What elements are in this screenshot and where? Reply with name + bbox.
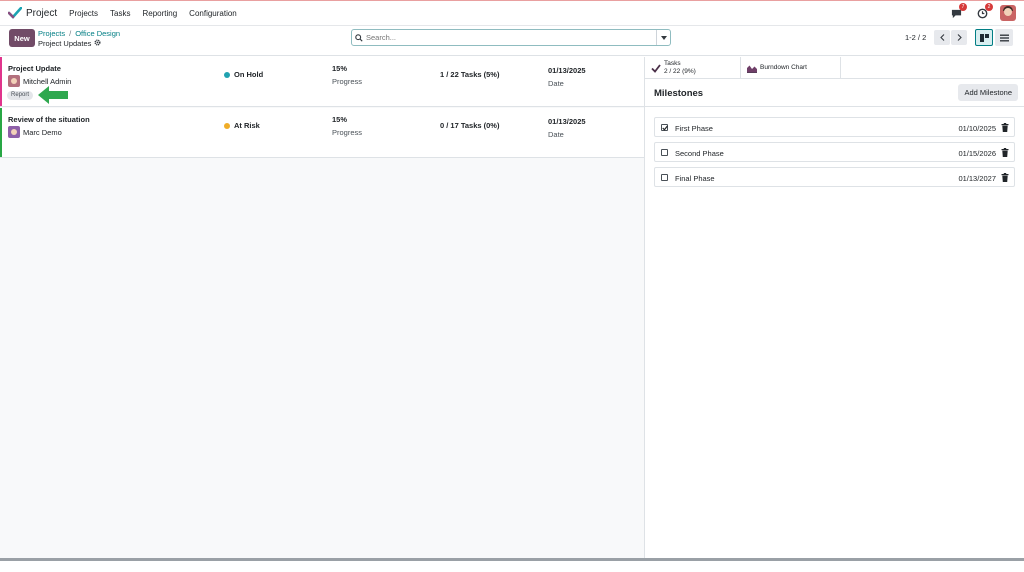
- horizontal-scrollbar[interactable]: [0, 558, 1024, 572]
- app-name[interactable]: Project: [26, 8, 57, 19]
- tasks-summary: 1 / 22 Tasks (5%): [440, 70, 500, 79]
- activities-badge: 2: [985, 3, 993, 11]
- menu-reporting[interactable]: Reporting: [142, 9, 177, 18]
- gear-icon[interactable]: [94, 39, 101, 48]
- checkmark-logo-icon: [8, 7, 22, 19]
- update-date: 01/13/2025: [548, 66, 586, 75]
- author-name: Marc Demo: [23, 127, 62, 137]
- new-button[interactable]: New: [9, 29, 35, 47]
- milestone-name: Second Phase: [675, 149, 724, 158]
- check-icon: [651, 63, 661, 73]
- burndown-chart-label: Burndown Chart: [760, 64, 807, 71]
- updates-list: Project Update Mitchell Admin Report On …: [0, 57, 644, 559]
- trash-icon[interactable]: [1001, 173, 1009, 182]
- chevron-left-icon: [939, 34, 944, 41]
- chevron-right-icon: [957, 34, 962, 41]
- search-input[interactable]: [366, 31, 656, 44]
- search-icon: [352, 33, 366, 42]
- add-milestone-button[interactable]: Add Milestone: [958, 84, 1018, 101]
- date-label: Date: [548, 79, 564, 88]
- milestones-header: Milestones Add Milestone: [645, 79, 1024, 107]
- milestone-name: First Phase: [675, 124, 713, 133]
- caret-down-icon: [660, 35, 667, 40]
- update-title: Project Update: [8, 64, 61, 73]
- milestone-checkbox[interactable]: [661, 149, 668, 156]
- messages-badge: 7: [959, 3, 967, 11]
- menu-configuration[interactable]: Configuration: [189, 9, 237, 18]
- milestone-item[interactable]: Second Phase 01/15/2026: [654, 142, 1015, 162]
- milestone-item[interactable]: First Phase 01/10/2025: [654, 117, 1015, 137]
- menu-tasks[interactable]: Tasks: [110, 9, 130, 18]
- tasks-stat-value: 2 / 22 (9%): [664, 68, 696, 75]
- breadcrumb-office-design[interactable]: Office Design: [75, 29, 120, 38]
- milestone-date: 01/15/2026: [958, 149, 996, 158]
- milestone-checkbox[interactable]: [661, 174, 668, 181]
- status-label: On Hold: [234, 70, 264, 79]
- date-label: Date: [548, 130, 564, 139]
- milestone-item[interactable]: Final Phase 01/13/2027: [654, 167, 1015, 187]
- author-name: Mitchell Admin: [23, 76, 72, 86]
- update-title: Review of the situation: [8, 115, 90, 124]
- update-row[interactable]: Project Update Mitchell Admin Report On …: [0, 57, 644, 107]
- page-title: Project Updates: [38, 39, 101, 48]
- pager-previous-button[interactable]: [934, 30, 950, 45]
- update-date: 01/13/2025: [548, 117, 586, 126]
- checkmark-icon: [662, 125, 668, 131]
- trash-icon[interactable]: [1001, 123, 1009, 132]
- breadcrumb: Projects / Office Design: [38, 29, 120, 38]
- control-panel: New Projects / Office Design Project Upd…: [0, 26, 1024, 56]
- green-arrow-icon: [38, 86, 68, 104]
- report-tag: Report: [7, 91, 34, 100]
- progress-label: Progress: [332, 128, 363, 137]
- author-avatar: [8, 126, 20, 138]
- kanban-icon: [979, 33, 989, 42]
- progress-value: 15%: [332, 115, 348, 124]
- menu-projects[interactable]: Projects: [69, 9, 98, 18]
- breadcrumb-separator: /: [69, 29, 72, 38]
- update-status: At Risk: [224, 121, 260, 130]
- row-color-bar: [0, 57, 2, 106]
- status-label: At Risk: [234, 121, 260, 130]
- tasks-summary: 0 / 17 Tasks (0%): [440, 121, 500, 130]
- activities-button[interactable]: 2: [974, 3, 993, 21]
- update-status: On Hold: [224, 70, 263, 79]
- kanban-view-button[interactable]: [975, 29, 993, 46]
- list-view-button[interactable]: [995, 29, 1013, 46]
- pager-next-button[interactable]: [951, 30, 967, 45]
- milestones-title: Milestones: [654, 88, 704, 99]
- pager-value[interactable]: 1-2 / 2: [905, 33, 926, 42]
- page-title-text: Project Updates: [38, 39, 92, 48]
- search-bar: [351, 29, 671, 46]
- tasks-stat-label: Tasks: [664, 60, 681, 67]
- milestone-date: 01/13/2027: [958, 174, 996, 183]
- breadcrumb-projects[interactable]: Projects: [38, 29, 65, 38]
- update-row[interactable]: Review of the situation Marc Demo At Ris…: [0, 108, 644, 158]
- burndown-chart-button[interactable]: Burndown Chart: [741, 57, 841, 79]
- area-chart-icon: [747, 65, 757, 73]
- right-panel: Tasks 2 / 22 (9%) Burndown Chart Milesto…: [644, 57, 1024, 558]
- progress-value: 15%: [332, 64, 348, 73]
- status-dot: [224, 122, 230, 129]
- user-avatar[interactable]: [1000, 5, 1016, 21]
- milestone-name: Final Phase: [675, 174, 715, 183]
- author-avatar: [8, 75, 20, 87]
- stat-buttons: Tasks 2 / 22 (9%) Burndown Chart: [645, 57, 1024, 79]
- top-navbar: Project Projects Tasks Reporting Configu…: [0, 0, 1024, 26]
- app-logo[interactable]: Project: [8, 7, 57, 19]
- messages-button[interactable]: 7: [948, 3, 967, 21]
- list-icon: [999, 34, 1009, 41]
- search-options-toggle[interactable]: [656, 30, 670, 45]
- milestone-checkbox[interactable]: [661, 124, 668, 131]
- progress-label: Progress: [332, 77, 363, 86]
- tasks-stat-button[interactable]: Tasks 2 / 22 (9%): [645, 57, 741, 79]
- status-dot: [224, 71, 230, 78]
- update-author: Marc Demo: [8, 126, 62, 138]
- row-color-bar: [0, 108, 2, 157]
- milestone-date: 01/10/2025: [958, 124, 996, 133]
- trash-icon[interactable]: [1001, 148, 1009, 157]
